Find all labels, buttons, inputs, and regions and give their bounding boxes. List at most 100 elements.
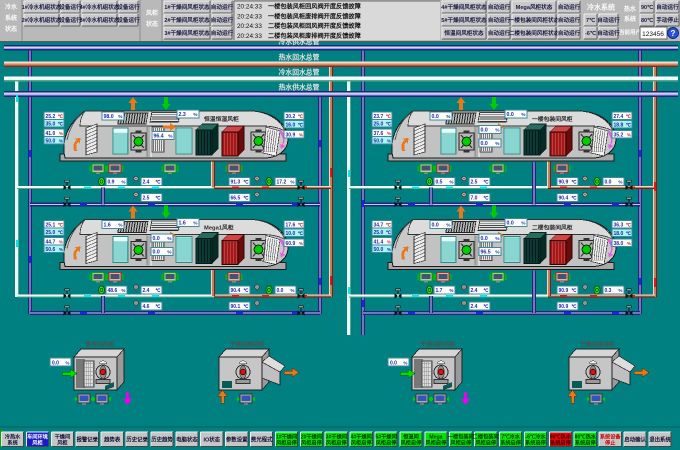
svg-text:-6℃: -6℃ (585, 30, 596, 37)
svg-text:%: % (387, 138, 391, 143)
svg-text:℃: ℃ (298, 221, 304, 227)
svg-text:25.0: 25.0 (374, 121, 384, 127)
svg-text:3#干燥间: 3#干燥间 (326, 433, 347, 441)
svg-text:风柜启停: 风柜启停 (401, 439, 423, 447)
svg-text:1.6: 1.6 (179, 221, 186, 227)
svg-text:2#冷水机组状态: 2#冷水机组状态 (22, 16, 62, 24)
svg-text:℃: ℃ (483, 303, 489, 309)
svg-text:90.4: 90.4 (231, 288, 241, 294)
svg-text:%: % (449, 180, 453, 185)
svg-text:20:24:33: 20:24:33 (237, 4, 262, 11)
svg-text:风柜启停: 风柜启停 (426, 439, 448, 447)
svg-text:风柜启停: 风柜启停 (301, 439, 323, 447)
svg-text:0.0: 0.0 (481, 128, 488, 134)
svg-text:4#干燥间风柜状态: 4#干燥间风柜状态 (441, 3, 487, 11)
svg-text:98.0: 98.0 (104, 114, 114, 120)
svg-text:自动运行: 自动运行 (488, 29, 511, 37)
svg-text:1#干燥间: 1#干燥间 (276, 433, 297, 441)
svg-text:%: % (118, 223, 123, 229)
svg-text:风柜启停: 风柜启停 (450, 439, 472, 447)
svg-text:48.6: 48.6 (108, 288, 118, 294)
svg-text:℃: ℃ (298, 121, 304, 127)
svg-text:状态: 状态 (146, 20, 158, 28)
svg-text:%: % (121, 288, 125, 293)
svg-text:冷水回水总管: 冷水回水总管 (279, 68, 320, 77)
svg-text:96.5: 96.5 (481, 250, 491, 256)
svg-text:36.3: 36.3 (614, 222, 624, 228)
svg-text:%: % (59, 247, 63, 252)
svg-text:%: % (495, 141, 500, 147)
svg-text:一楼包装风柜废排阀开度反馈故障: 一楼包装风柜废排阀开度反馈故障 (268, 12, 362, 20)
svg-text:5#干燥间: 5#干燥间 (375, 433, 396, 441)
svg-text:25.2: 25.2 (46, 114, 56, 120)
svg-text:%: % (627, 241, 631, 246)
svg-text:1#干燥间风柜状态: 1#干燥间风柜状态 (164, 3, 210, 11)
svg-text:二楼包装间: 二楼包装间 (473, 433, 499, 441)
svg-text:自动运行: 自动运行 (597, 16, 620, 24)
svg-text:℃: ℃ (571, 195, 577, 201)
svg-text:二楼包装间风柜状态: 二楼包装间风柜状态 (509, 29, 560, 37)
svg-text:0.0: 0.0 (432, 223, 439, 229)
svg-text:25.0: 25.0 (46, 230, 56, 236)
svg-text:30.2: 30.2 (286, 114, 296, 120)
svg-text:1.7: 1.7 (436, 288, 443, 294)
svg-text:一楼包装间: 一楼包装间 (448, 433, 474, 441)
svg-text:%: % (495, 250, 500, 256)
svg-text:风柜启停: 风柜启停 (326, 439, 348, 447)
svg-text:自动运行: 自动运行 (211, 29, 234, 37)
svg-text:风柜: 风柜 (32, 439, 43, 447)
svg-text:90.4: 90.4 (559, 196, 569, 202)
svg-text:%: % (118, 114, 123, 120)
svg-text:系统设备: 系统设备 (600, 433, 622, 441)
svg-text:2.5: 2.5 (143, 196, 150, 202)
svg-text:7℃: 7℃ (586, 17, 595, 24)
svg-text:2.4: 2.4 (471, 288, 478, 294)
svg-text:66.5: 66.5 (231, 196, 241, 202)
svg-text:4.6: 4.6 (143, 304, 150, 310)
svg-text:风柜: 风柜 (146, 9, 158, 17)
svg-text:%: % (495, 236, 500, 242)
svg-text:%: % (627, 132, 631, 137)
svg-text:冷水供水总管: 冷水供水总管 (279, 37, 320, 46)
svg-text:2.5: 2.5 (471, 180, 478, 186)
svg-text:90.9: 90.9 (559, 304, 569, 310)
svg-text:自动运行: 自动运行 (558, 29, 581, 37)
svg-text:O: O (100, 288, 104, 294)
svg-text:自动运行: 自动运行 (656, 3, 679, 11)
svg-text:-6℃冷水: -6℃冷水 (525, 433, 546, 441)
svg-text:℃: ℃ (298, 113, 304, 119)
svg-text:热水: 热水 (624, 5, 637, 13)
svg-text:50.0: 50.0 (46, 138, 56, 144)
svg-text:℃: ℃ (155, 195, 161, 201)
svg-text:%: % (121, 180, 125, 185)
svg-text:2.4: 2.4 (143, 288, 150, 294)
svg-text:Mega风柜状态: Mega风柜状态 (516, 3, 553, 11)
svg-text:20:24:33: 20:24:33 (237, 23, 262, 30)
svg-text:0.0: 0.0 (432, 114, 439, 120)
svg-text:%: % (618, 288, 622, 293)
svg-text:2#干燥间: 2#干燥间 (301, 433, 322, 441)
svg-text:3#干燥间风柜状态: 3#干燥间风柜状态 (164, 29, 210, 37)
svg-text:IO状态: IO状态 (204, 436, 221, 444)
svg-text:90.1: 90.1 (231, 304, 241, 310)
svg-text:更衣间风柜: 更衣间风柜 (86, 340, 115, 348)
svg-text:风柜启停: 风柜启停 (475, 439, 497, 447)
svg-text:℃: ℃ (58, 113, 64, 119)
svg-text:系统启停: 系统启停 (575, 439, 597, 447)
svg-text:设备运行: 设备运行 (117, 16, 140, 24)
svg-text:%: % (65, 360, 69, 365)
svg-text:℃: ℃ (386, 229, 392, 235)
svg-text:96.4: 96.4 (154, 134, 164, 140)
svg-text:7℃冷水: 7℃冷水 (501, 433, 520, 441)
svg-text:90.9: 90.9 (559, 180, 569, 186)
svg-text:%: % (290, 180, 294, 185)
svg-text:7.0: 7.0 (471, 196, 478, 202)
svg-text:0.3: 0.3 (605, 288, 612, 294)
svg-text:一楼包装风柜回风阀开度反馈故障: 一楼包装风柜回风阀开度反馈故障 (268, 3, 362, 11)
svg-text:0.0: 0.0 (481, 236, 488, 242)
svg-text:35.0: 35.0 (46, 121, 56, 127)
svg-text:冷水系统: 冷水系统 (587, 3, 615, 12)
svg-text:O: O (428, 288, 432, 294)
svg-text:20:24:33: 20:24:33 (237, 33, 262, 40)
svg-text:20:24:33: 20:24:33 (237, 13, 262, 20)
